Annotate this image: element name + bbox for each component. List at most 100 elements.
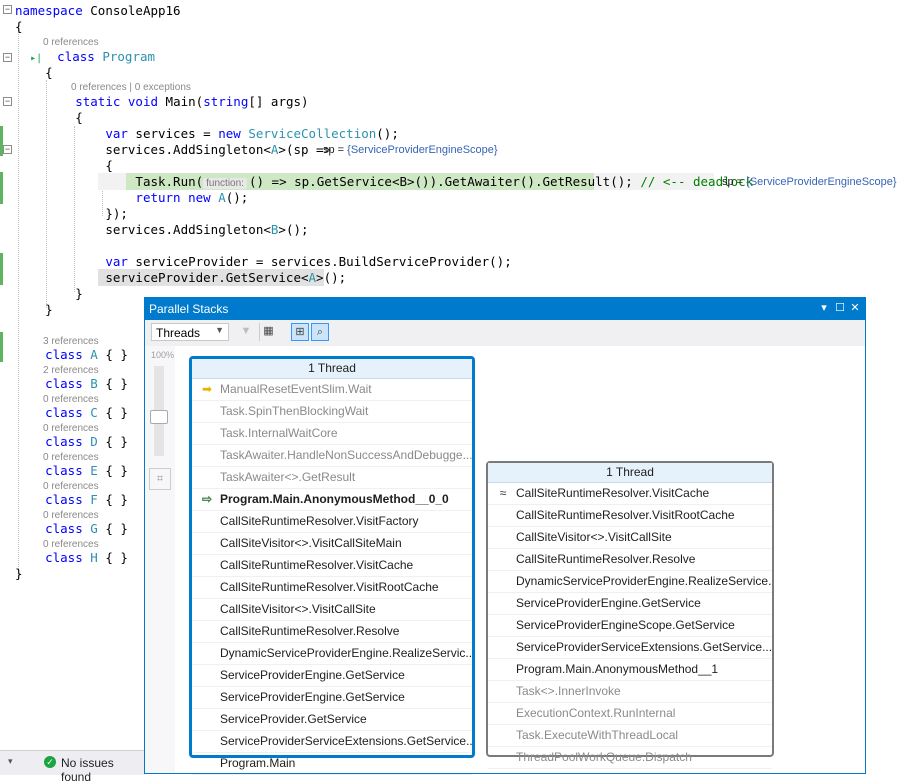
codelens-references[interactable]: 0 references | 0 exceptions [71, 82, 191, 94]
collapse-icon[interactable]: − [3, 97, 12, 106]
class-name: C [90, 405, 98, 420]
code-line-getservice: serviceProvider.GetService<A>(); [15, 270, 346, 286]
threads-dropdown-value: Threads [156, 326, 201, 340]
class-body: { } [105, 376, 128, 391]
keyword: class [45, 463, 83, 478]
keyword: class [45, 405, 83, 420]
keyword: return [135, 190, 181, 205]
stack-frame[interactable]: CallSiteRuntimeResolver.Resolve [192, 621, 472, 643]
stack-frame[interactable]: CallSiteRuntimeResolver.Resolve [488, 549, 772, 571]
stack-frame[interactable]: DynamicServiceProviderEngine.RealizeServ… [488, 571, 772, 593]
stack-frame[interactable]: ⇨ Program.Main.AnonymousMethod__0_0 [192, 489, 472, 511]
frame-label: ServiceProvider.GetService [220, 712, 367, 726]
stack-frame[interactable]: ExecutionContext.RunInternal [488, 703, 772, 725]
class-body: { } [105, 347, 128, 362]
chevron-down-icon[interactable]: ▾ [8, 756, 13, 767]
panel-titlebar: Parallel Stacks ▾ ☐ ✕ [145, 298, 865, 320]
keyword: new [188, 190, 211, 205]
datatip-sp[interactable]: sp = {ServiceProviderEngineScope} [323, 144, 498, 156]
class-name: H [90, 550, 98, 565]
toggle-method-view-icon[interactable]: ▦ [259, 323, 277, 341]
stack-frame[interactable]: ➡ ManualResetEventSlim.Wait [192, 379, 472, 401]
status-text[interactable]: No issues found [61, 756, 145, 784]
codelens-references[interactable]: 0 references [43, 37, 99, 49]
frame-label: TaskAwaiter<>.GetResult [220, 470, 356, 484]
stack-frame[interactable]: Task.ExecuteWithThreadLocal [488, 725, 772, 747]
stack-frame[interactable]: ThreadPoolWorkQueue.Dispatch [488, 747, 772, 769]
collapse-icon[interactable]: − [3, 53, 12, 62]
stack-frame[interactable]: Task.SpinThenBlockingWait [192, 401, 472, 423]
code-line-class-program: ▸| class Program [15, 49, 155, 65]
stack-frame[interactable]: DynamicServiceProviderEngine.RealizeServ… [192, 643, 472, 665]
stack-node[interactable]: 1 Thread ≈ CallSiteRuntimeResolver.VisitC… [486, 461, 774, 769]
frame-label: ServiceProviderEngine.GetService [220, 668, 405, 682]
stack-frame[interactable]: ServiceProviderEngine.GetService [488, 593, 772, 615]
code-line-taskrun: Task.Run(function:() => sp.GetService<B>… [15, 174, 753, 190]
stack-node[interactable]: 1 Thread ➡ ManualResetEventSlim.Wait Task.… [189, 356, 475, 775]
keyword: class [45, 521, 83, 536]
frame-label: CallSiteRuntimeResolver.VisitFactory [220, 514, 419, 528]
collapse-icon[interactable]: − [3, 145, 12, 154]
keyword: namespace [15, 3, 83, 18]
datatip-sp[interactable]: sp = {ServiceProviderEngineScope} [722, 176, 897, 188]
stack-frame[interactable]: ServiceProviderEngine.GetService [192, 665, 472, 687]
maximize-icon[interactable]: ☐ [833, 301, 847, 314]
stack-frame[interactable]: Program.Main.AnonymousMethod__1 [488, 659, 772, 681]
stack-frame[interactable]: TaskAwaiter.HandleNonSuccessAndDebugge..… [192, 445, 472, 467]
stack-frame[interactable]: CallSiteRuntimeResolver.VisitFactory [192, 511, 472, 533]
method-name: Main [165, 94, 196, 109]
zoom-slider-thumb[interactable] [150, 410, 168, 424]
code-line-namespace: namespace ConsoleApp16 [15, 3, 181, 19]
frame-label: ServiceProviderEngine.GetService [516, 596, 701, 610]
stack-frame[interactable]: ≈ CallSiteRuntimeResolver.VisitCache [488, 483, 772, 505]
frame-label: CallSiteRuntimeResolver.VisitRootCache [516, 508, 735, 522]
stack-frame[interactable]: Task.InternalWaitCore [192, 423, 472, 445]
code-line-addsingleton-a: services.AddSingleton<A>(sp => [15, 142, 331, 158]
stack-frame[interactable]: ServiceProviderServiceExtensions.GetServ… [488, 637, 772, 659]
frame-label: ServiceProviderServiceExtensions.GetServ… [516, 640, 772, 654]
code-line-class-b: class B { } [15, 376, 128, 392]
parallel-stacks-window: Parallel Stacks ▾ ☐ ✕ Threads ▼ ▼ ▦ ⊞ ⌕ … [144, 297, 866, 775]
inlay-hint: function: [203, 178, 247, 189]
operator: = [203, 126, 211, 141]
stack-frame[interactable]: CallSiteVisitor<>.VisitCallSite [488, 527, 772, 549]
call: >(); [278, 222, 309, 237]
class-name: A [90, 347, 98, 362]
toggle-zoom-icon[interactable]: ⊞ [291, 323, 309, 341]
stack-frame[interactable]: ServiceProviderServiceExtensions.GetServ… [192, 731, 472, 753]
auto-scroll-icon[interactable]: ⌕ [311, 323, 329, 341]
stack-frame[interactable]: CallSiteVisitor<>.VisitCallSiteMain [192, 533, 472, 555]
stack-frame[interactable]: Program.Main [192, 753, 472, 775]
filter-icon[interactable]: ▼ [237, 323, 255, 341]
dropdown-icon[interactable]: ▾ [817, 301, 831, 314]
threads-icon: ≈ [499, 486, 507, 500]
class-name: B [90, 376, 98, 391]
code-line-services: var services = new ServiceCollection(); [15, 126, 399, 142]
code-line: } [15, 286, 83, 302]
check-circle-icon: ✓ [44, 756, 56, 768]
stack-frame[interactable]: CallSiteVisitor<>.VisitCallSite [192, 599, 472, 621]
code-line-class-f: class F { } [15, 492, 128, 508]
stack-frame[interactable]: CallSiteRuntimeResolver.VisitRootCache [488, 505, 772, 527]
stack-frame[interactable]: CallSiteRuntimeResolver.VisitRootCache [192, 577, 472, 599]
stack-frame[interactable]: ServiceProviderEngineScope.GetService [488, 615, 772, 637]
fit-icon[interactable]: ⌗ [149, 468, 171, 490]
code-line-class-h: class H { } [15, 550, 128, 566]
keyword: void [127, 94, 159, 109]
call: services.AddSingleton< [105, 142, 271, 157]
stack-frame[interactable]: ServiceProviderEngine.GetService [192, 687, 472, 709]
run-icon[interactable]: ▸| [30, 53, 42, 64]
node-header: 1 Thread [488, 463, 772, 483]
stacks-canvas[interactable]: 1 Thread ➡ ManualResetEventSlim.Wait Task.… [175, 346, 865, 775]
keyword: class [57, 49, 95, 64]
stack-frame[interactable]: TaskAwaiter<>.GetResult [192, 467, 472, 489]
threads-dropdown[interactable]: Threads ▼ [151, 323, 229, 341]
collapse-icon[interactable]: − [3, 5, 12, 14]
stack-frame[interactable]: ServiceProvider.GetService [192, 709, 472, 731]
zoom-control[interactable]: 100% ⌗ [149, 350, 175, 500]
frame-label: DynamicServiceProviderEngine.RealizeServ… [220, 646, 472, 660]
stack-frame[interactable]: CallSiteRuntimeResolver.VisitCache [192, 555, 472, 577]
class-name: G [90, 521, 98, 536]
stack-frame[interactable]: Task<>.InnerInvoke [488, 681, 772, 703]
close-icon[interactable]: ✕ [848, 301, 862, 314]
